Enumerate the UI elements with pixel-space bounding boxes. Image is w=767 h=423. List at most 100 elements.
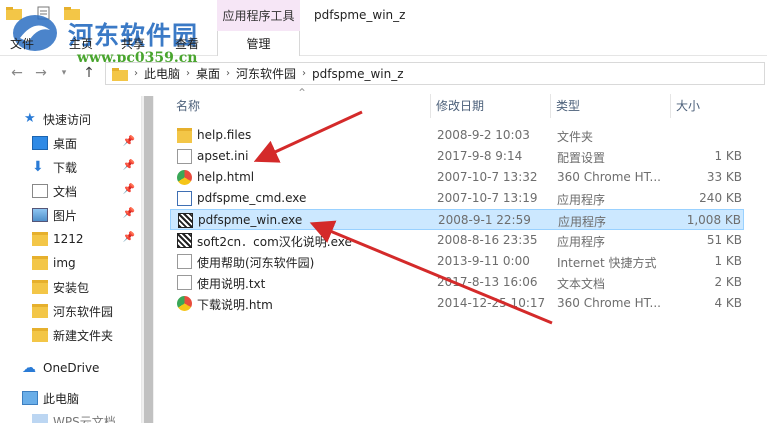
desktop-icon [32,136,48,150]
breadcrumb-this-pc[interactable]: 此电脑 [144,65,180,82]
chevron-right-icon[interactable]: › [302,68,306,79]
sidebar-item-onedrive[interactable]: ☁ OneDrive [22,357,141,379]
file-date: 2013-9-11 0:00 [437,254,530,268]
sidebar-item-label: 图片 [53,208,78,223]
file-row[interactable]: soft2cn．com汉化说明.exe 2008-8-16 23:35 应用程序… [170,230,744,251]
file-type: 360 Chrome HT... [557,296,661,310]
file-date: 2017-9-8 9:14 [437,149,523,163]
picture-icon [32,208,48,222]
file-type: 文件夹 [557,130,594,144]
sidebar-item-installers[interactable]: 安装包 [32,276,141,298]
computer-icon [22,391,38,405]
sidebar-item-label: OneDrive [43,361,100,375]
file-row[interactable]: 使用帮助(河东软件园) 2013-9-11 0:00 Internet 快捷方式… [170,251,744,272]
cloud-icon: ☁ [22,360,36,376]
breadcrumb-hedong[interactable]: 河东软件园 [236,65,296,82]
sidebar-item-img[interactable]: img [32,252,141,274]
context-tab-header[interactable]: 应用程序工具 [217,0,300,31]
scrollbar-thumb[interactable] [144,96,153,423]
sidebar-item-downloads[interactable]: ⬇ 下载 📌 [32,156,141,178]
sidebar-item-documents[interactable]: 文档 📌 [32,180,141,202]
file-type: 360 Chrome HT... [557,170,661,184]
file-type: 配置设置 [557,151,606,165]
column-header-name[interactable]: 名称 [170,90,430,120]
app-icon [178,213,193,228]
address-bar[interactable]: › 此电脑 › 桌面 › 河东软件园 › pdfspme_win_z [105,62,765,85]
forward-button[interactable]: → [32,64,50,82]
pin-icon[interactable]: 📌 [123,136,135,147]
sidebar-scrollbar[interactable] [141,96,154,423]
up-button[interactable]: ↑ [80,64,98,82]
pin-icon[interactable]: 📌 [123,232,135,243]
file-date: 2007-10-7 13:32 [437,170,538,184]
file-type: 应用程序 [557,235,606,249]
file-name: 下载说明.htm [197,298,273,312]
chrome-icon [177,296,192,311]
pin-icon[interactable]: 📌 [123,184,135,195]
breadcrumb-desktop[interactable]: 桌面 [196,65,220,82]
sidebar-item-desktop[interactable]: 桌面 📌 [32,132,141,154]
pin-icon[interactable]: 📌 [123,160,135,171]
address-row: ← → ▾ ↑ › 此电脑 › 桌面 › 河东软件园 › pdfspme_win… [0,60,767,88]
file-explorer-window: 河东软件园 www.pc0359.cn 应用程序工具 管理 pdfspme_wi… [0,0,767,423]
sidebar-item-pictures[interactable]: 图片 📌 [32,204,141,226]
column-header-date[interactable]: 修改日期 [430,90,550,120]
pin-icon[interactable]: 📌 [123,208,135,219]
folder-icon [32,280,48,294]
column-header-type[interactable]: 类型 [550,90,670,120]
shortcut-icon [177,254,192,269]
file-date: 2014-12-25 10:17 [437,296,546,310]
file-size: 33 KB [706,170,742,184]
folder-icon [32,304,48,318]
chevron-right-icon[interactable]: › [186,68,190,79]
file-type: 应用程序 [557,193,606,207]
chevron-right-icon[interactable]: › [226,68,230,79]
wps-cloud-icon [32,414,48,423]
settings-file-icon [177,149,192,164]
file-size: 4 KB [714,296,742,310]
folder-icon [177,128,192,143]
tab-share[interactable]: 共享 [121,35,145,52]
sidebar-item-new-folder[interactable]: 新建文件夹 [32,324,141,346]
file-row-selected[interactable]: pdfspme_win.exe 2008-9-1 22:59 应用程序 1,00… [170,209,744,230]
file-date: 2008-8-16 23:35 [437,233,538,247]
sidebar-item-wps-cloud[interactable]: WPS云文档 [32,410,141,423]
download-icon: ⬇ [32,159,44,175]
tab-view[interactable]: 查看 [175,35,199,52]
file-name: 使用帮助(河东软件园) [197,256,315,270]
file-row[interactable]: 使用说明.txt 2017-8-13 16:06 文本文档 2 KB [170,272,744,293]
file-name: help.files [197,128,252,142]
app-icon [177,233,192,248]
sidebar-item-label: 此电脑 [43,391,80,406]
tab-manage[interactable]: 管理 [217,31,300,56]
navigation-pane: ★ 快速访问 桌面 📌 ⬇ 下载 📌 文档 📌 图片 📌 1212 📌 img … [0,96,141,423]
tab-file[interactable]: 文件 [10,35,34,52]
sidebar-item-label: 河东软件园 [53,304,114,319]
back-button[interactable]: ← [8,64,26,82]
sidebar-item-hedong[interactable]: 河东软件园 [32,300,141,322]
sidebar-item-label: 新建文件夹 [53,328,114,343]
breadcrumb-current-folder[interactable]: pdfspme_win_z [312,67,403,81]
sidebar-item-label: 桌面 [53,136,78,151]
file-name: pdfspme_win.exe [198,213,303,227]
file-type: Internet 快捷方式 [557,256,657,270]
column-header-size[interactable]: 大小 [670,90,744,120]
file-size: 2 KB [714,275,742,289]
file-row[interactable]: pdfspme_cmd.exe 2007-10-7 13:19 应用程序 240… [170,188,744,209]
sidebar-item-label: img [53,256,76,270]
tab-home[interactable]: 主页 [69,35,93,52]
sidebar-item-this-pc[interactable]: 此电脑 [22,387,141,409]
sidebar-item-label: 下载 [53,160,78,175]
chrome-icon [177,170,192,185]
file-size: 51 KB [706,233,742,247]
recent-locations-button[interactable]: ▾ [55,64,73,82]
folder-icon [32,232,48,246]
file-row[interactable]: help.files 2008-9-2 10:03 文件夹 [170,125,744,146]
file-type: 文本文档 [557,277,606,291]
chevron-right-icon[interactable]: › [134,68,138,79]
sidebar-item-1212[interactable]: 1212 📌 [32,228,141,250]
sidebar-item-quick-access[interactable]: ★ 快速访问 [24,108,141,130]
file-row[interactable]: 下载说明.htm 2014-12-25 10:17 360 Chrome HT.… [170,293,744,314]
file-row[interactable]: apset.ini 2017-9-8 9:14 配置设置 1 KB [170,146,744,167]
file-row[interactable]: help.html 2007-10-7 13:32 360 Chrome HT.… [170,167,744,188]
